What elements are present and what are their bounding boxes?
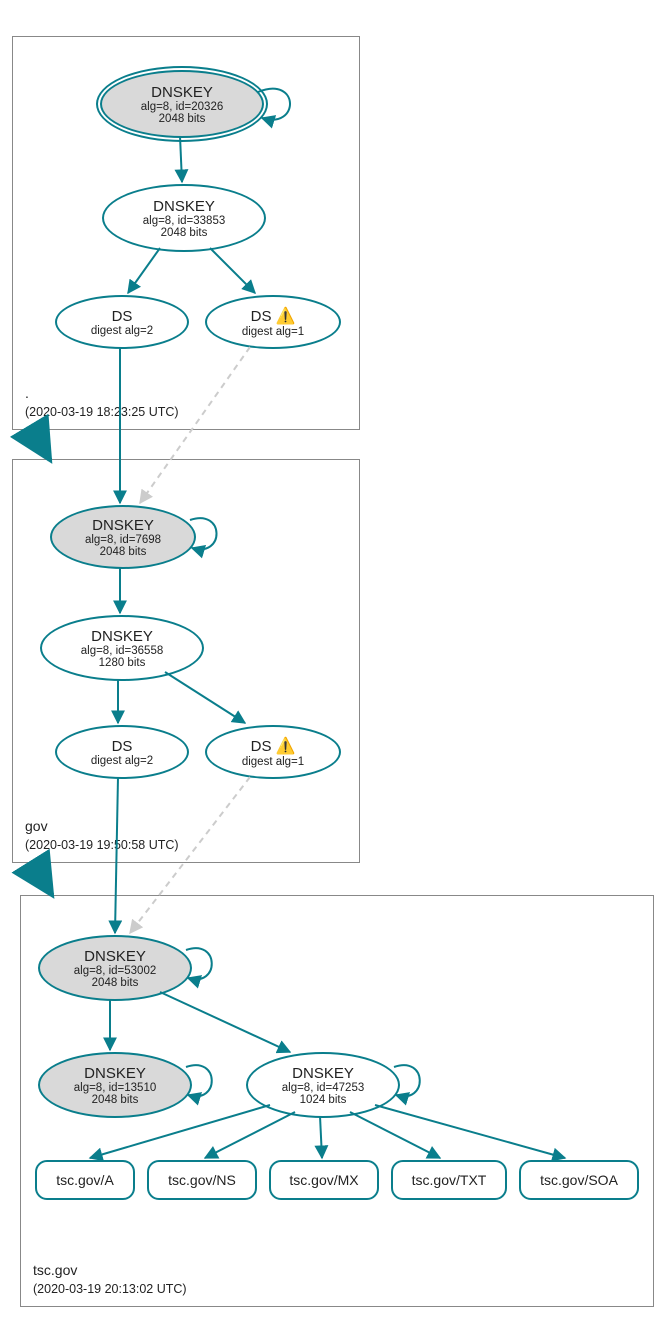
node-gov-ksk: DNSKEY alg=8, id=7698 2048 bits xyxy=(50,505,196,569)
node-title: DNSKEY xyxy=(84,1065,146,1082)
node-sub: alg=8, id=33853 xyxy=(143,215,226,227)
zone-tsc-timestamp: (2020-03-19 20:13:02 UTC) xyxy=(33,1281,187,1299)
node-sub: alg=8, id=20326 xyxy=(141,101,224,113)
zone-root-timestamp: (2020-03-19 18:23:25 UTC) xyxy=(25,404,179,422)
zone-gov-timestamp: (2020-03-19 19:50:58 UTC) xyxy=(25,837,179,855)
node-title: DNSKEY xyxy=(151,84,213,101)
node-root-zsk: DNSKEY alg=8, id=33853 2048 bits xyxy=(102,184,266,252)
node-title: DNSKEY xyxy=(84,948,146,965)
rrset-txt: tsc.gov/TXT xyxy=(391,1160,507,1200)
node-sub: 2048 bits xyxy=(100,546,147,558)
warning-icon: ⚠️ xyxy=(275,306,295,326)
node-sub: 2048 bits xyxy=(161,227,208,239)
node-sub: 1280 bits xyxy=(99,657,146,669)
node-sub: alg=8, id=7698 xyxy=(85,534,161,546)
zone-root-label: . (2020-03-19 18:23:25 UTC) xyxy=(25,384,179,421)
node-tsc-ksk: DNSKEY alg=8, id=53002 2048 bits xyxy=(38,935,192,1001)
zone-root-name: . xyxy=(25,384,179,404)
rrset-ns: tsc.gov/NS xyxy=(147,1160,257,1200)
node-sub: digest alg=1 xyxy=(242,326,304,338)
node-sub: digest alg=2 xyxy=(91,755,153,767)
node-root-ds2: DS digest alg=2 xyxy=(55,295,189,349)
node-tsc-k2: DNSKEY alg=8, id=13510 2048 bits xyxy=(38,1052,192,1118)
node-root-ksk: DNSKEY alg=8, id=20326 2048 bits xyxy=(100,70,264,138)
node-root-ds1: DS ⚠️ digest alg=1 xyxy=(205,295,341,349)
node-sub: alg=8, id=53002 xyxy=(74,965,157,977)
node-title: DS xyxy=(251,308,272,325)
rrset-a: tsc.gov/A xyxy=(35,1160,135,1200)
node-tsc-zsk: DNSKEY alg=8, id=47253 1024 bits xyxy=(246,1052,400,1118)
zone-tsc-label: tsc.gov (2020-03-19 20:13:02 UTC) xyxy=(33,1261,187,1298)
node-title: DNSKEY xyxy=(92,517,154,534)
warning-icon: ⚠️ xyxy=(275,736,295,756)
rrset-soa: tsc.gov/SOA xyxy=(519,1160,639,1200)
node-title: DS xyxy=(251,738,272,755)
node-sub: 2048 bits xyxy=(92,1094,139,1106)
zone-gov-name: gov xyxy=(25,817,179,837)
node-sub: alg=8, id=36558 xyxy=(81,645,164,657)
node-title: DS xyxy=(112,738,133,755)
node-sub: digest alg=1 xyxy=(242,756,304,768)
node-title: DS xyxy=(112,308,133,325)
node-gov-ds1: DS ⚠️ digest alg=1 xyxy=(205,725,341,779)
rrset-mx: tsc.gov/MX xyxy=(269,1160,379,1200)
node-title: DNSKEY xyxy=(153,198,215,215)
node-title: DNSKEY xyxy=(292,1065,354,1082)
node-sub: 2048 bits xyxy=(159,113,206,125)
node-sub: 2048 bits xyxy=(92,977,139,989)
node-sub: digest alg=2 xyxy=(91,325,153,337)
node-gov-zsk: DNSKEY alg=8, id=36558 1280 bits xyxy=(40,615,204,681)
node-title: DNSKEY xyxy=(91,628,153,645)
node-sub: alg=8, id=13510 xyxy=(74,1082,157,1094)
node-sub: 1024 bits xyxy=(300,1094,347,1106)
zone-tsc-name: tsc.gov xyxy=(33,1261,187,1281)
zone-gov-label: gov (2020-03-19 19:50:58 UTC) xyxy=(25,817,179,854)
node-gov-ds2: DS digest alg=2 xyxy=(55,725,189,779)
node-sub: alg=8, id=47253 xyxy=(282,1082,365,1094)
